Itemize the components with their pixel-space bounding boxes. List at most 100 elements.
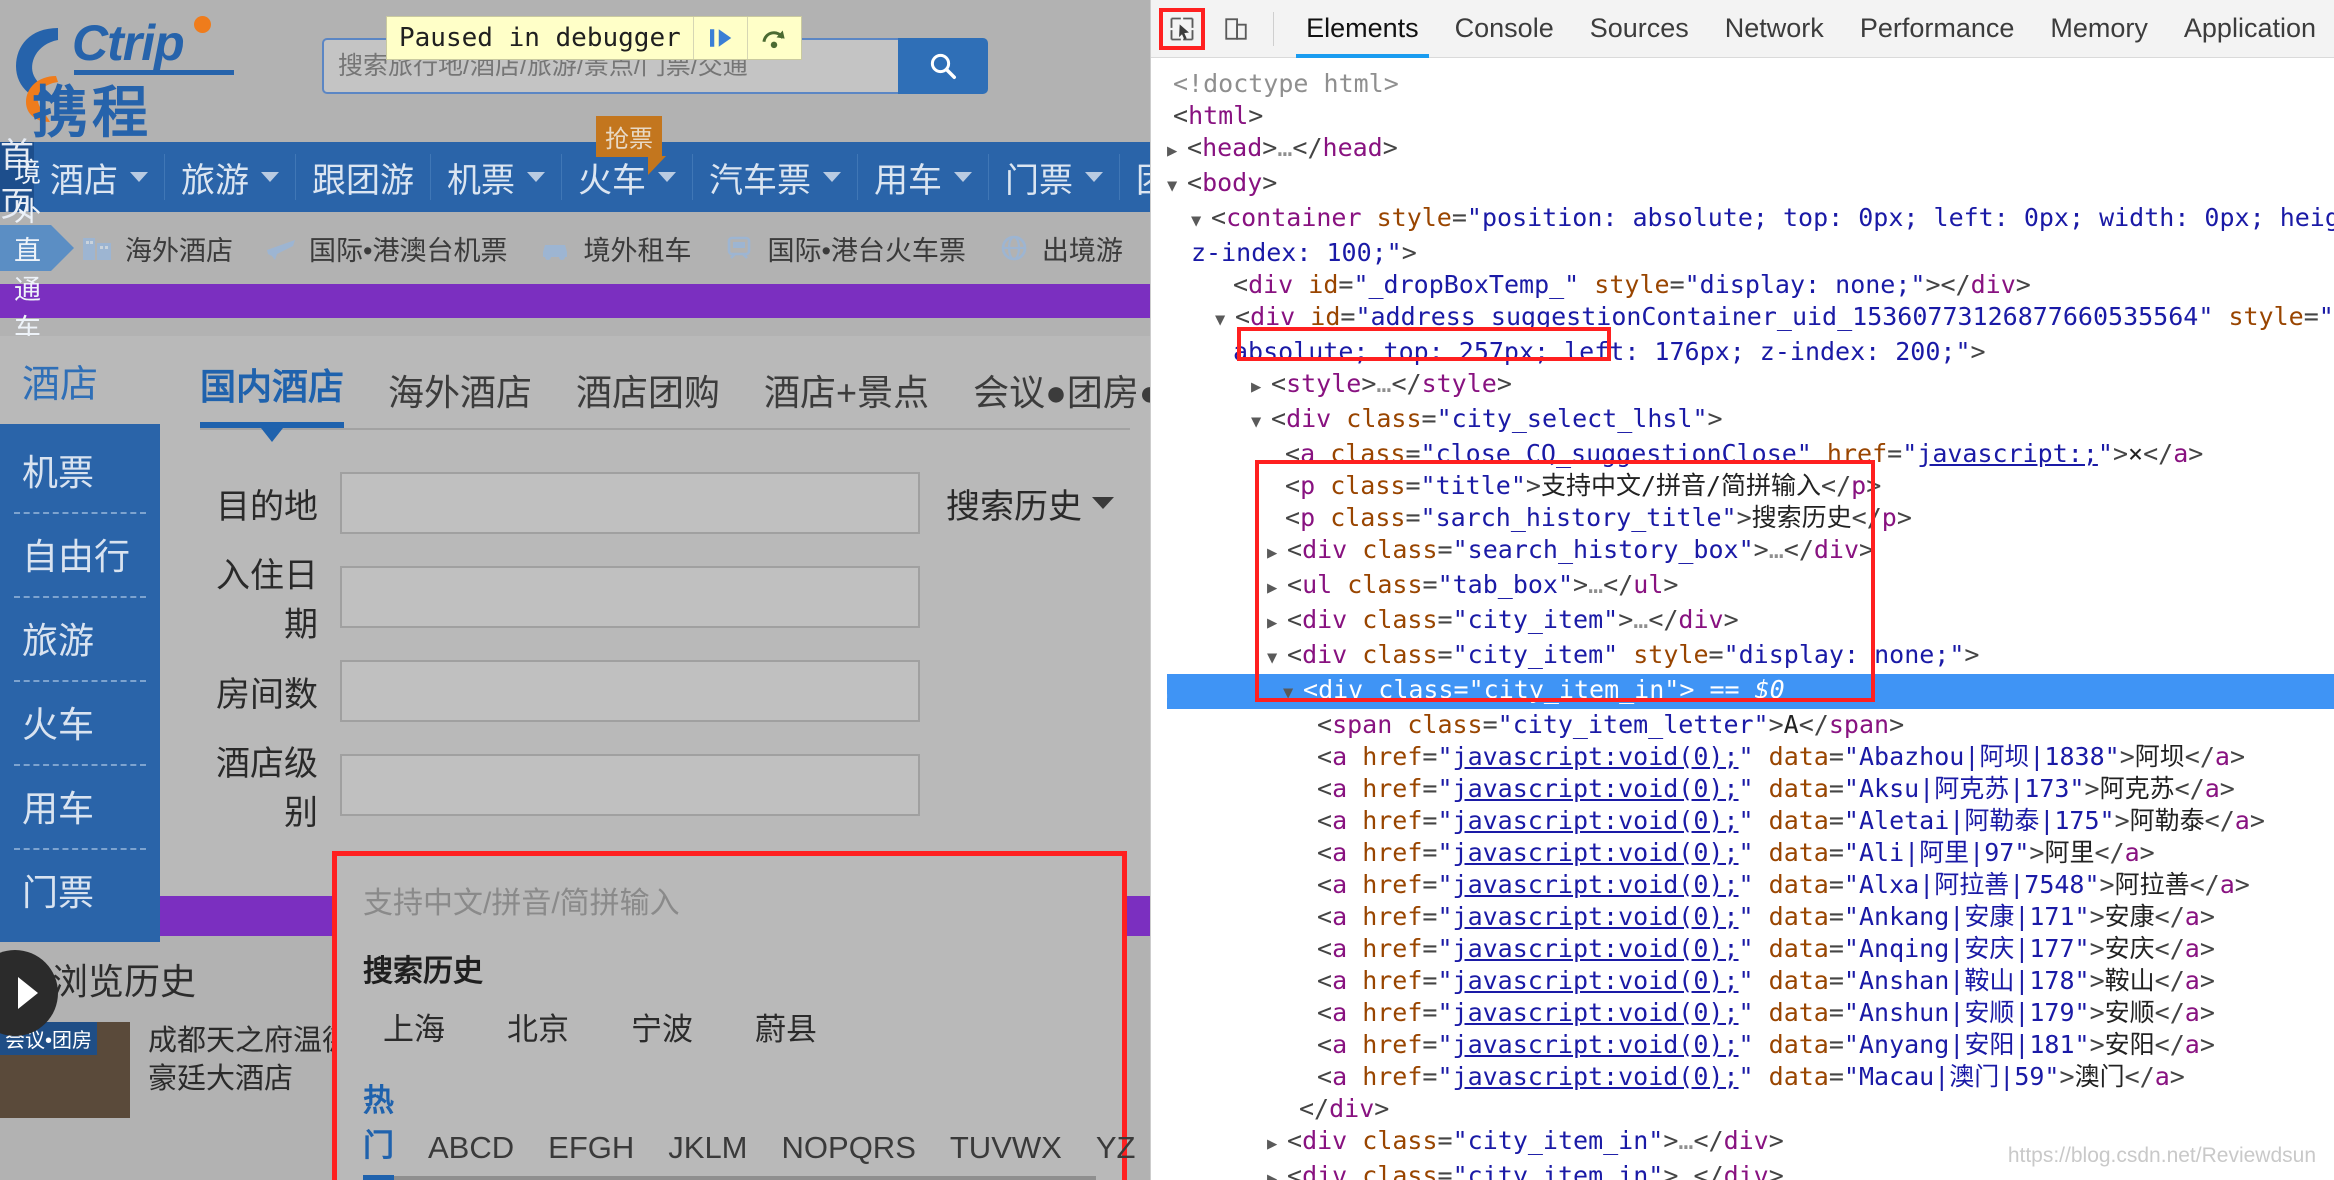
nav-item-1[interactable]: 旅游: [165, 154, 296, 200]
side-tab-5[interactable]: 门票: [0, 848, 160, 932]
history-city-2[interactable]: 宁波: [615, 1004, 739, 1049]
devtools-tab-application[interactable]: Application: [2166, 0, 2334, 58]
dom-line[interactable]: <a href="javascript:void(0);" data="Abaz…: [1167, 741, 2334, 773]
subnav-item-label: 国际•港澳台机票: [309, 235, 508, 266]
side-tab-0[interactable]: 机票: [0, 428, 160, 512]
dom-line[interactable]: <a href="javascript:void(0);" data="Alet…: [1167, 805, 2334, 837]
dom-line[interactable]: <container style="position: absolute; to…: [1167, 202, 2334, 237]
devtools-tab-elements[interactable]: Elements: [1288, 0, 1437, 58]
form-row-input[interactable]: [340, 660, 920, 722]
side-tab-1[interactable]: 自由行: [0, 512, 160, 596]
dom-line[interactable]: absolute; top: 257px; left: 176px; z-ind…: [1167, 336, 2334, 368]
dom-line[interactable]: <a href="javascript:void(0);" data="Ansh…: [1167, 965, 2334, 997]
letter-tab-4[interactable]: NOPQRS: [782, 1130, 916, 1176]
subnav-tag[interactable]: 境外直通车: [0, 158, 74, 344]
city-popup-letter-tabs: 热门 ABCD EFGH JKLM NOPQRS TUVWX YZ: [363, 1075, 1135, 1180]
history-city-0[interactable]: 上海: [367, 1004, 491, 1049]
dom-line[interactable]: <div id="_dropBoxTemp_" style="display: …: [1167, 269, 2334, 301]
dom-line[interactable]: <head>…</head>: [1167, 132, 2334, 167]
widget-tab-2[interactable]: 酒店团购: [576, 364, 720, 428]
history-city-3[interactable]: 蔚县: [739, 1004, 863, 1049]
dom-line[interactable]: z-index: 100;">: [1167, 237, 2334, 269]
form-row-label: 房间数: [216, 675, 318, 714]
nav-item-6[interactable]: 用车: [858, 154, 989, 200]
devtools-tab-memory[interactable]: Memory: [2032, 0, 2166, 58]
nav-item-label: 门票: [1005, 161, 1073, 200]
device-toolbar-button[interactable]: [1213, 8, 1259, 50]
widget-tab-3[interactable]: 酒店+景点: [764, 364, 929, 428]
nav-item-4[interactable]: 火车 抢票: [562, 116, 693, 200]
dom-line[interactable]: <ul class="tab_box">…</ul>: [1167, 569, 2334, 604]
train-icon: [728, 236, 751, 259]
inspect-element-icon: [1170, 17, 1194, 40]
dom-line[interactable]: <div class="search_history_box">…</div>: [1167, 534, 2334, 569]
main-navigation: 首页 酒店旅游跟团游机票火车抢票汽车票用车门票团购攻略全球购: [0, 116, 1150, 224]
devtools-tab-performance[interactable]: Performance: [1842, 0, 2033, 58]
search-button[interactable]: [898, 38, 988, 94]
subnav-item-0[interactable]: 海外酒店: [79, 229, 233, 268]
resume-script-button[interactable]: [692, 17, 747, 59]
dom-line[interactable]: …<div class="city_item_in"> == $0: [1153, 674, 2334, 709]
form-row-input[interactable]: [340, 754, 920, 816]
widget-tab-0[interactable]: 国内酒店: [200, 358, 345, 442]
letter-tab-0[interactable]: 热门: [363, 1075, 394, 1180]
letter-tab-5[interactable]: TUVWX: [950, 1130, 1062, 1176]
nav-item-2[interactable]: 跟团游: [296, 154, 431, 200]
subnav-item-4[interactable]: 出境游: [996, 229, 1123, 268]
devtools-tab-network[interactable]: Network: [1707, 0, 1842, 58]
dom-line[interactable]: </div>: [1167, 1093, 2334, 1125]
site-header: Ctrip 携程 Paused in debugger: [0, 0, 1150, 146]
step-over-button[interactable]: [746, 17, 801, 59]
widget-tab-4[interactable]: 会议●团房●长住: [973, 364, 1150, 428]
search-history-dropdown[interactable]: 搜索历史: [946, 479, 1114, 528]
dom-line[interactable]: <a href="javascript:void(0);" data="Aksu…: [1167, 773, 2334, 805]
devtools-tab-console[interactable]: Console: [1437, 0, 1572, 58]
dom-line[interactable]: <a href="javascript:void(0);" data="Anya…: [1167, 1029, 2334, 1061]
nav-item-0[interactable]: 酒店: [34, 154, 165, 200]
dom-line[interactable]: <p class="sarch_history_title">搜索历史</p>: [1167, 502, 2334, 534]
car-icon: [543, 245, 568, 260]
dom-line[interactable]: <p class="title">支持中文/拼音/简拼输入</p>: [1167, 470, 2334, 502]
chevron-down-icon: [954, 172, 972, 182]
dom-line[interactable]: <a href="javascript:void(0);" data="Anka…: [1167, 901, 2334, 933]
side-tab-4[interactable]: 用车: [0, 764, 160, 848]
nav-item-7[interactable]: 门票: [989, 154, 1120, 200]
side-tab-label: 机票: [22, 452, 95, 493]
subnav-item-1[interactable]: 国际•港澳台机票: [263, 229, 507, 268]
nav-item-5[interactable]: 汽车票: [693, 154, 858, 200]
ctrip-logo[interactable]: Ctrip 携程: [8, 6, 238, 146]
side-tab-hotel-active[interactable]: 酒店: [0, 336, 160, 424]
letter-tab-1[interactable]: ABCD: [428, 1130, 514, 1176]
inspect-element-button[interactable]: [1159, 7, 1206, 50]
nav-item-8[interactable]: 团购: [1120, 154, 1150, 200]
nav-item-3[interactable]: 机票: [431, 154, 562, 200]
dom-line[interactable]: <a href="javascript:void(0);" data="Alxa…: [1167, 869, 2334, 901]
dom-line[interactable]: <a href="javascript:void(0);" data="Ansh…: [1167, 997, 2334, 1029]
letter-tab-2[interactable]: EFGH: [548, 1130, 634, 1176]
side-tab-2[interactable]: 旅游: [0, 596, 160, 680]
dom-line[interactable]: <a href="javascript:void(0);" data="Maca…: [1167, 1061, 2334, 1093]
city-popup-input-placeholder[interactable]: 支持中文/拼音/简拼输入: [337, 856, 1122, 922]
dom-line[interactable]: <div class="city_select_lhsl">: [1167, 403, 2334, 438]
dom-line[interactable]: <a href="javascript:void(0);" data="Ali|…: [1167, 837, 2334, 869]
dom-line[interactable]: <html>: [1167, 100, 2334, 132]
dom-line[interactable]: <!doctype html>: [1167, 68, 2334, 100]
dom-line[interactable]: <div class="city_item">…</div>: [1167, 604, 2334, 639]
dom-line[interactable]: <a href="javascript:void(0);" data="Anqi…: [1167, 933, 2334, 965]
subnav-item-2[interactable]: 境外租车: [537, 229, 691, 268]
side-tab-3[interactable]: 火车: [0, 680, 160, 764]
devtools-tab-sources[interactable]: Sources: [1572, 0, 1707, 58]
dom-line[interactable]: <style>…</style>: [1167, 368, 2334, 403]
dom-line[interactable]: <body>: [1167, 167, 2334, 202]
letter-tab-3[interactable]: JKLM: [668, 1130, 747, 1176]
letter-tab-6[interactable]: YZ: [1096, 1130, 1136, 1176]
dom-line[interactable]: <span class="city_item_letter">A</span>: [1167, 709, 2334, 741]
dom-line[interactable]: <div id="address_suggestionContainer_uid…: [1167, 301, 2334, 336]
form-row-input[interactable]: [340, 472, 920, 534]
form-row-input[interactable]: [340, 566, 920, 628]
history-city-1[interactable]: 北京: [491, 1004, 615, 1049]
widget-tab-1[interactable]: 海外酒店: [388, 364, 532, 428]
subnav-item-3[interactable]: 国际•港台火车票: [721, 229, 966, 268]
dom-line[interactable]: <a class="close CQ_suggestionClose" href…: [1167, 438, 2334, 470]
dom-line[interactable]: <div class="city_item" style="display: n…: [1167, 639, 2334, 674]
